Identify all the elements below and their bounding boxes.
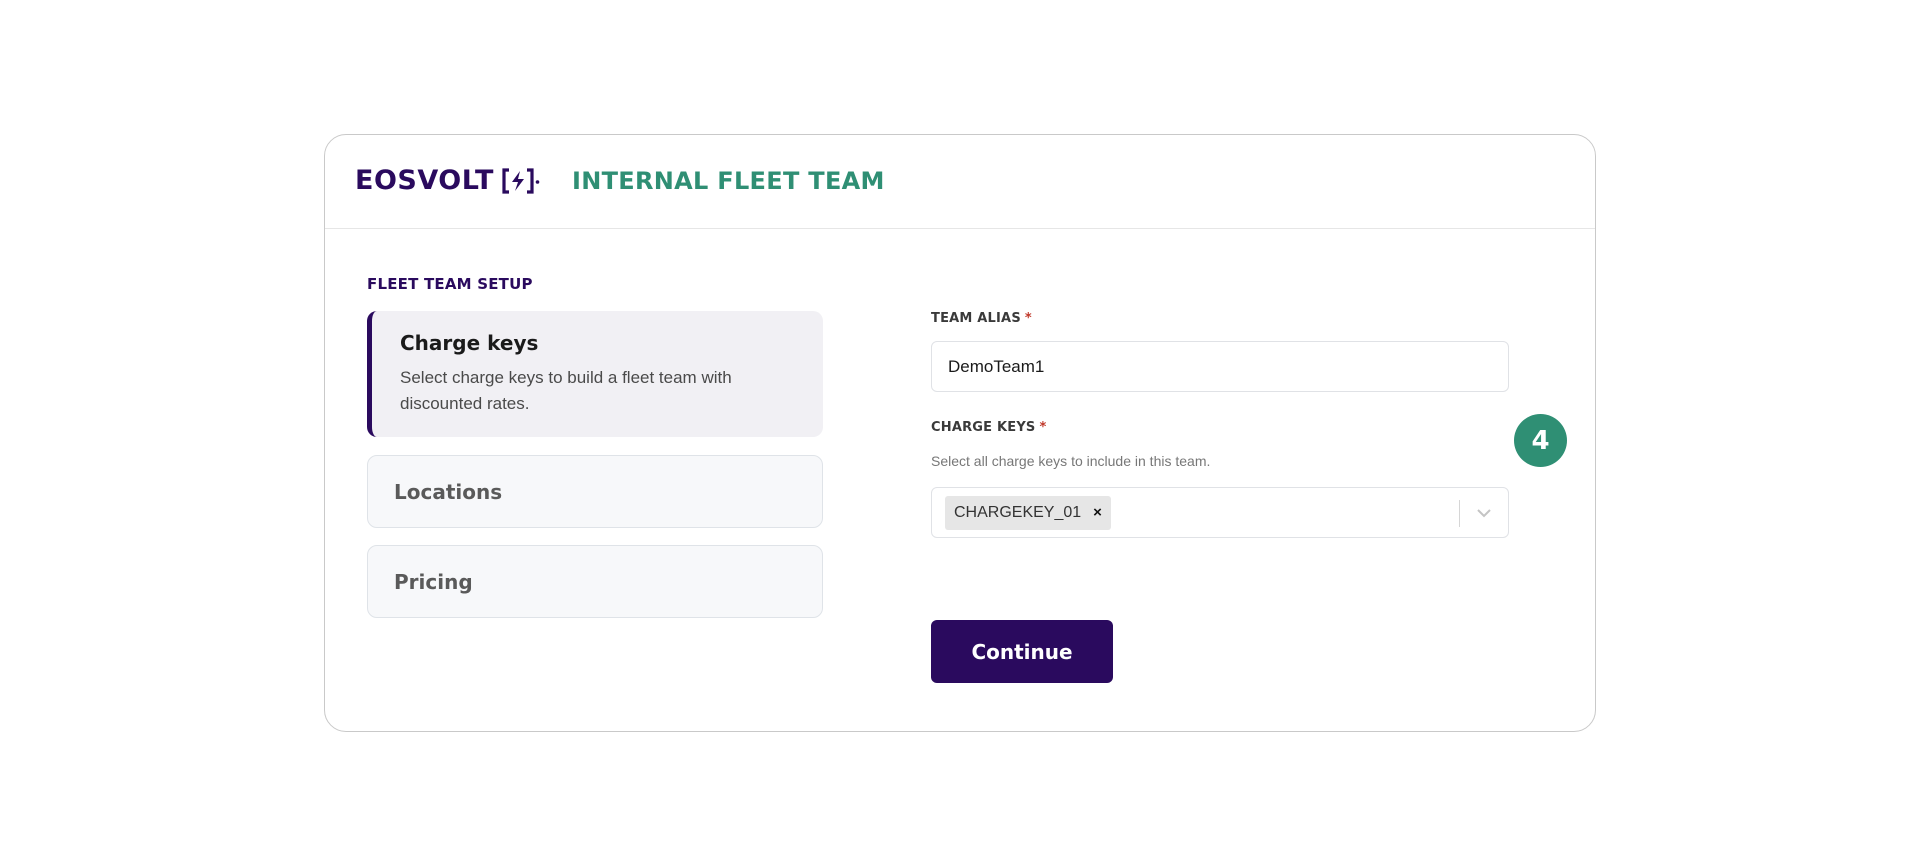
charge-keys-label-text: CHARGE KEYS: [931, 420, 1036, 435]
sidebar-item-label: Locations: [394, 479, 503, 504]
sidebar-item-locations[interactable]: Locations: [367, 455, 823, 528]
sidebar-item-description: Select charge keys to build a fleet team…: [400, 368, 732, 413]
sidebar-section-title: FLEET TEAM SETUP: [367, 275, 533, 293]
step-number-badge: 4: [1514, 414, 1567, 467]
charge-keys-helper-text: Select all charge keys to include in thi…: [931, 453, 1211, 469]
sidebar-item-charge-keys[interactable]: Charge keys Select charge keys to build …: [367, 311, 823, 437]
charge-keys-label: CHARGE KEYS *: [931, 420, 1047, 435]
logo-text: EOSVOLT: [355, 165, 494, 196]
required-mark: *: [1039, 420, 1047, 435]
close-icon[interactable]: ×: [1093, 504, 1102, 521]
required-mark: *: [1024, 311, 1032, 326]
card-header: EOSVOLT INTERNAL FLEET TEAM: [325, 135, 1595, 229]
sidebar-item-pricing[interactable]: Pricing: [367, 545, 823, 618]
charge-key-chip: CHARGEKEY_01 ×: [945, 495, 1111, 530]
chevron-down-icon[interactable]: [1474, 505, 1494, 521]
team-alias-label-text: TEAM ALIAS: [931, 311, 1021, 326]
chip-label: CHARGEKEY_01: [954, 503, 1082, 521]
charge-keys-select[interactable]: CHARGEKEY_01 ×: [931, 487, 1509, 538]
select-divider: [1459, 500, 1460, 527]
team-alias-label: TEAM ALIAS *: [931, 311, 1032, 326]
sidebar-item-label: Pricing: [394, 569, 473, 594]
continue-button[interactable]: Continue: [931, 620, 1113, 683]
eosvolt-logo: EOSVOLT: [355, 165, 540, 196]
sidebar-item-label: Charge keys: [400, 331, 539, 355]
lightning-bolt-bracket-icon: [502, 167, 540, 194]
team-alias-input[interactable]: [931, 341, 1509, 392]
page-title: INTERNAL FLEET TEAM: [572, 167, 885, 195]
fleet-team-card: EOSVOLT INTERNAL FLEET TEAM FLEET TEAM S…: [324, 134, 1596, 732]
